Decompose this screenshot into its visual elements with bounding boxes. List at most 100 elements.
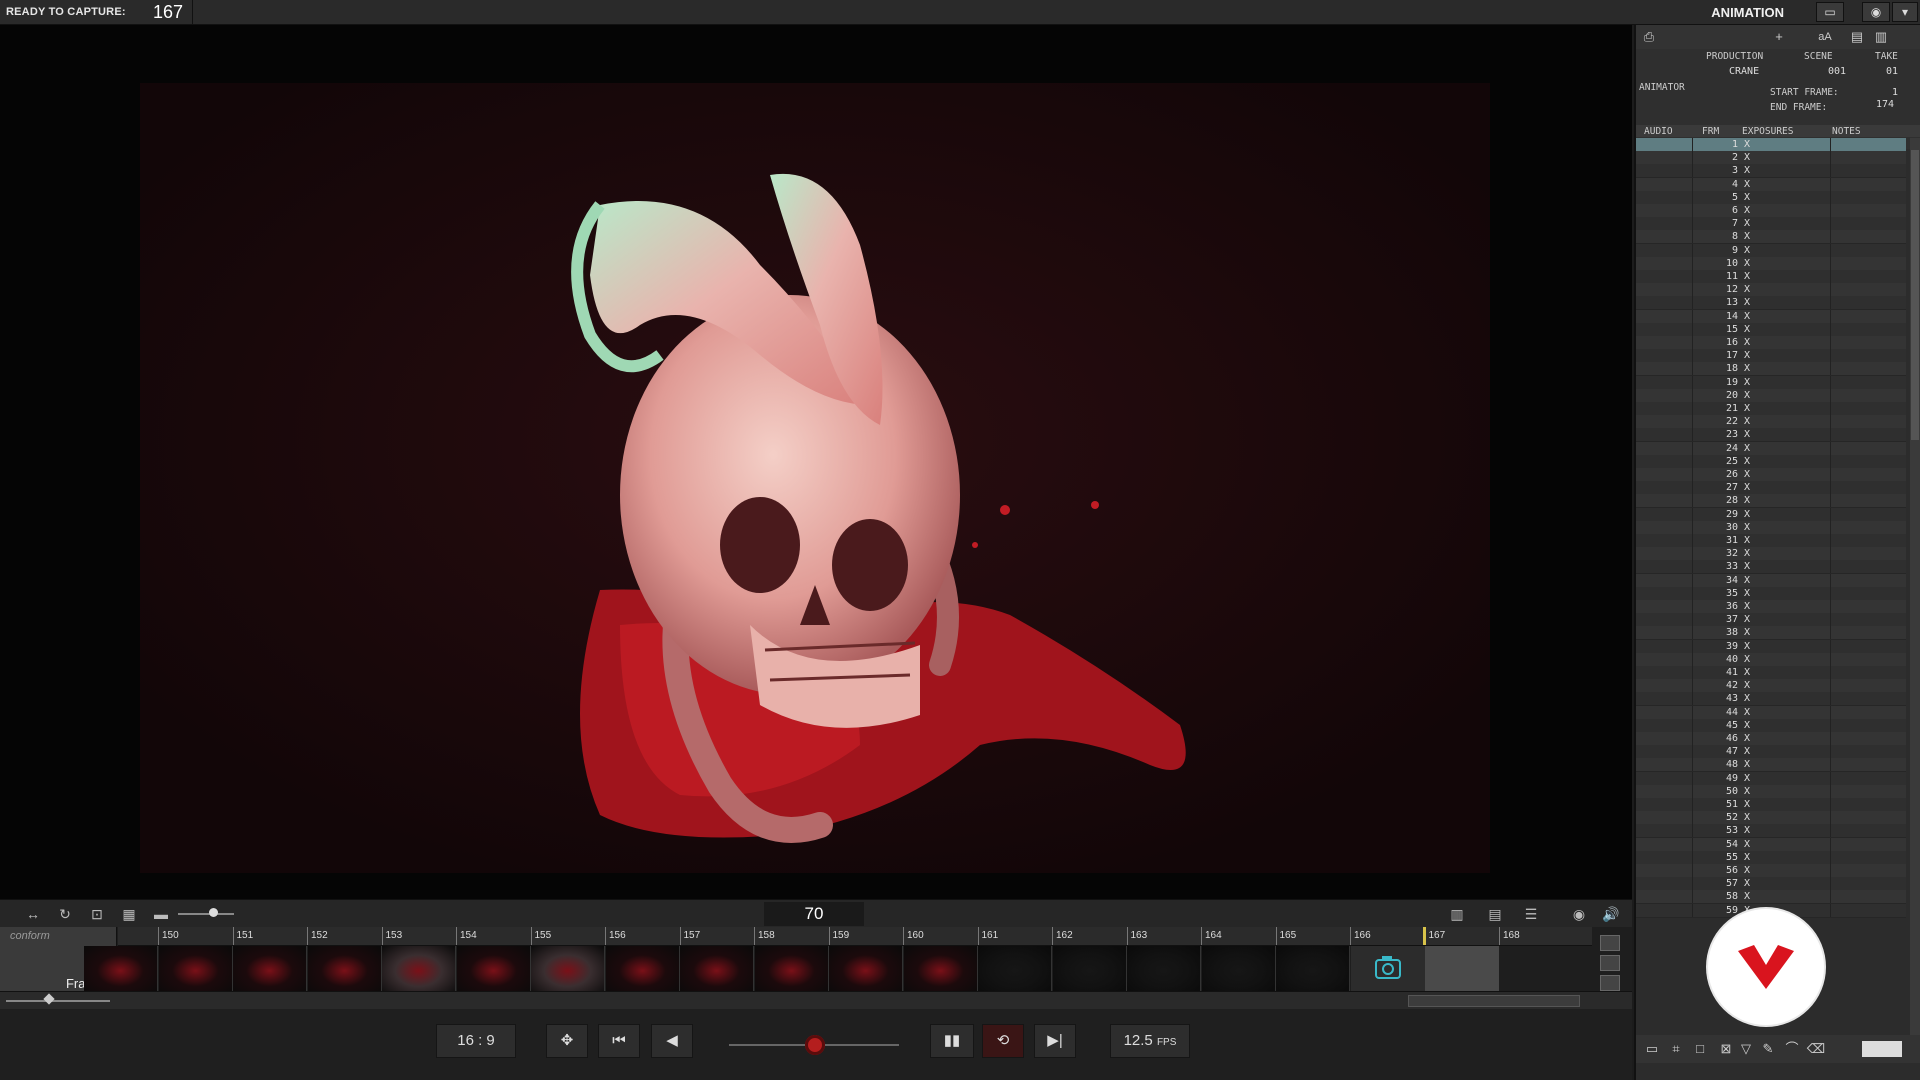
notes-cell[interactable] [1830, 824, 1907, 838]
notes-cell[interactable] [1830, 230, 1907, 244]
ruler-frame-153[interactable]: 153 [381, 927, 457, 945]
xsheet-row[interactable]: 27 X [1636, 481, 1906, 496]
xsheet-view-icon[interactable]: ☰ [1520, 905, 1542, 923]
camera-icon[interactable]: ◉ [1862, 2, 1890, 22]
exposure-cell[interactable]: X [1744, 626, 1750, 639]
xsheet-row[interactable]: 25 X [1636, 454, 1906, 469]
frame-thumbnail[interactable] [382, 946, 456, 991]
xsheet-row[interactable]: 49 X [1636, 771, 1906, 786]
exposure-cell[interactable]: X [1744, 719, 1750, 732]
xsheet-row[interactable]: 29 X [1636, 507, 1906, 522]
exposure-cell[interactable]: X [1744, 336, 1750, 349]
notes-cell[interactable] [1830, 586, 1907, 600]
exposure-cell[interactable]: X [1744, 772, 1750, 785]
notes-cell[interactable] [1830, 560, 1907, 574]
zoom-slider-track[interactable] [178, 913, 234, 915]
notes-cell[interactable] [1830, 864, 1907, 877]
exposure-cell[interactable]: X [1744, 508, 1750, 521]
opacity-swatch[interactable] [1862, 1041, 1902, 1057]
notes-cell[interactable] [1830, 520, 1907, 534]
xsheet-row[interactable]: 54 X [1636, 837, 1907, 852]
notes-cell[interactable] [1830, 837, 1907, 851]
timeline-side-button-2[interactable] [1600, 955, 1620, 971]
xsheet-row[interactable]: 9X [1636, 243, 1907, 258]
notes-cell[interactable] [1830, 718, 1907, 732]
ruler-frame-150[interactable]: 150 [158, 927, 233, 945]
exposure-cell[interactable]: X [1744, 653, 1750, 666]
exposure-cell[interactable]: X [1744, 560, 1750, 573]
xsheet-row[interactable]: 23 X [1636, 428, 1906, 443]
exposure-cell[interactable]: X [1744, 745, 1750, 758]
xsheet-row[interactable]: 13 X [1636, 296, 1907, 311]
xsheet-row[interactable]: 51 X [1636, 798, 1906, 812]
ruler-frame-158[interactable]: 158 [754, 927, 829, 945]
ruler-frame-167[interactable]: 167 [1424, 927, 1500, 945]
notes-cell[interactable] [1830, 573, 1907, 587]
notes-cell[interactable] [1830, 296, 1907, 310]
list-view-icon[interactable]: ▤ [1848, 28, 1866, 46]
take-value[interactable]: 01 [1886, 66, 1898, 77]
notes-cell[interactable] [1830, 138, 1907, 151]
xsheet-scrollbar[interactable] [1910, 138, 1920, 1058]
menu-dropdown-icon[interactable]: ▾ [1892, 2, 1918, 22]
ruler-frame-159[interactable]: 159 [828, 927, 904, 945]
xsheet-row[interactable]: 57 X [1636, 877, 1907, 892]
capture-viewer[interactable] [0, 25, 1632, 899]
xsheet-row[interactable]: 47 X [1636, 745, 1906, 760]
timeline-scrollbar[interactable] [0, 991, 1632, 1010]
notes-cell[interactable] [1830, 811, 1907, 825]
mode-selector[interactable]: ANIMATION [1711, 5, 1784, 20]
notes-cell[interactable] [1830, 283, 1907, 297]
xsheet-row[interactable]: 16 X [1636, 336, 1906, 350]
exposure-cell[interactable]: X [1744, 323, 1750, 336]
audio-speaker-icon[interactable]: 🔊 [1600, 905, 1622, 923]
notes-cell[interactable] [1830, 784, 1907, 798]
xsheet-row[interactable]: 15 X [1636, 322, 1906, 337]
notes-cell[interactable] [1830, 415, 1907, 429]
notes-cell[interactable] [1830, 243, 1907, 257]
exposure-cell[interactable]: X [1744, 692, 1750, 705]
notes-cell[interactable] [1830, 692, 1907, 706]
monitor-icon[interactable]: ▭ [1816, 2, 1844, 22]
exposure-cell[interactable]: X [1744, 706, 1750, 719]
ruler-frame-162[interactable]: 162 [1052, 927, 1127, 945]
frame-thumbnail[interactable] [1052, 946, 1127, 991]
xsheet-row[interactable]: 44 X [1636, 705, 1906, 720]
ruler-frame-168[interactable]: 168 [1499, 927, 1574, 945]
exposure-cell[interactable]: X [1744, 481, 1750, 494]
notes-cell[interactable] [1830, 679, 1907, 693]
exposure-cell[interactable]: X [1744, 442, 1750, 455]
xsheet-row[interactable]: 46 X [1636, 732, 1906, 746]
notes-cell[interactable] [1830, 362, 1907, 376]
notes-cell[interactable] [1830, 877, 1907, 891]
ruler-frame-156[interactable]: 156 [605, 927, 680, 945]
ruler-frame-166[interactable]: 166 [1350, 927, 1425, 945]
exposure-cell[interactable]: X [1744, 389, 1750, 402]
rotate-icon[interactable]: ↻ [54, 905, 76, 923]
notes-cell[interactable] [1830, 547, 1907, 561]
exposure-cell[interactable]: X [1744, 204, 1750, 217]
frame-thumbnail[interactable] [307, 946, 382, 991]
xsheet-row[interactable]: 26 X [1636, 468, 1906, 482]
exposure-cell[interactable]: X [1744, 257, 1750, 270]
xsheet-row[interactable]: 12 X [1636, 283, 1907, 298]
notes-cell[interactable] [1830, 758, 1907, 772]
notes-cell[interactable] [1830, 613, 1907, 627]
xsheet-row[interactable]: 53 X [1636, 824, 1907, 839]
notes-cell[interactable] [1830, 204, 1907, 217]
ruler-frame-160[interactable]: 160 [903, 927, 978, 945]
add-column-icon[interactable]: + [1770, 28, 1788, 46]
notes-cell[interactable] [1830, 850, 1907, 864]
thumbnail-strip[interactable] [84, 946, 1592, 991]
text-size-icon[interactable]: aA [1816, 28, 1834, 46]
xsheet-row[interactable]: 39 X [1636, 639, 1906, 654]
xsheet-row[interactable]: 6X [1636, 204, 1906, 218]
xsheet-row[interactable]: 34 X [1636, 573, 1907, 588]
xsheet-row[interactable]: 52 X [1636, 811, 1907, 826]
timeline-view-icon[interactable]: ▤ [1484, 905, 1506, 923]
aspect-ratio-selector[interactable]: 16 : 9 [436, 1024, 516, 1058]
exposure-cell[interactable]: X [1744, 191, 1750, 204]
end-frame-value[interactable]: 174 [1876, 99, 1894, 110]
exposure-cell[interactable]: X [1744, 864, 1750, 877]
notes-cell[interactable] [1830, 600, 1907, 613]
